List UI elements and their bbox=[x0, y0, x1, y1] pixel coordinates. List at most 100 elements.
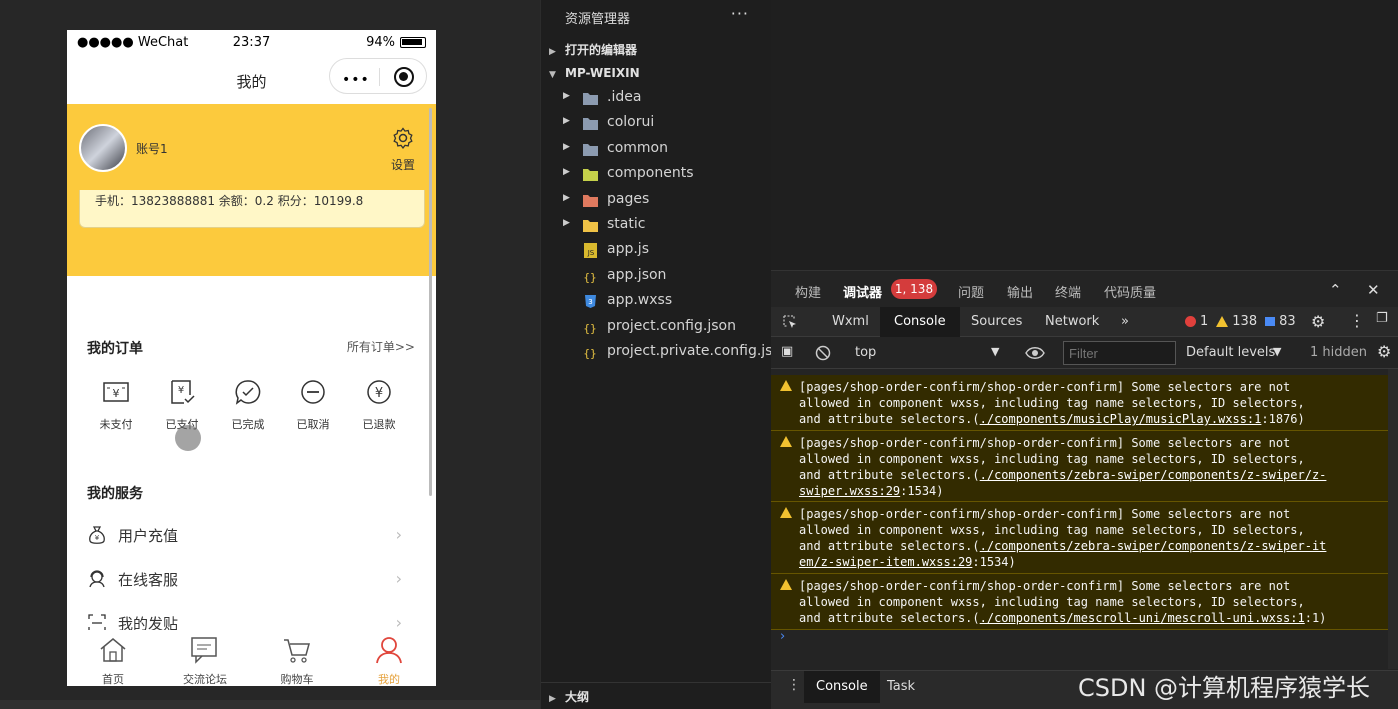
log-entry[interactable]: [pages/shop-order-confirm/shop-order-con… bbox=[771, 502, 1388, 574]
log-entry[interactable]: [pages/shop-order-confirm/shop-order-con… bbox=[771, 431, 1388, 502]
battery-percent: 94% bbox=[366, 35, 395, 50]
tree-item-label: project.config.json bbox=[607, 317, 736, 334]
order-refunded[interactable]: ¥ 已退款 bbox=[354, 378, 404, 432]
collapse-panel-icon[interactable]: ⌃ bbox=[1329, 281, 1342, 299]
inspect-element-icon[interactable] bbox=[782, 314, 798, 330]
order-cancelled[interactable]: 已取消 bbox=[288, 378, 338, 432]
eye-icon[interactable] bbox=[1025, 346, 1045, 360]
order-completed[interactable]: 已完成 bbox=[223, 378, 273, 432]
context-select[interactable]: top bbox=[855, 345, 876, 360]
tab-forum[interactable]: 交流论坛 bbox=[159, 630, 251, 686]
tree-item-label: project.private.config.js... bbox=[607, 343, 786, 359]
tab-terminal[interactable]: 终端 bbox=[1055, 282, 1081, 301]
chevron-down-icon: ▼ bbox=[549, 70, 556, 80]
watermark: CSDN @计算机程序猿学长 bbox=[1078, 674, 1371, 702]
tab-me[interactable]: 我的 bbox=[343, 630, 435, 686]
svg-text:{}: {} bbox=[583, 347, 596, 360]
tree-item-label: common bbox=[607, 139, 668, 156]
paid-icon: ¥ bbox=[171, 380, 195, 404]
source-link[interactable]: ./components/musicPlay/musicPlay.wxss:1 bbox=[980, 412, 1262, 426]
source-link[interactable]: ./components/zebra-swiper/components/z-s… bbox=[980, 539, 1327, 553]
gear-icon[interactable]: ⚙ bbox=[1311, 312, 1325, 331]
tab-console[interactable]: Console bbox=[880, 307, 960, 337]
tab-debugger[interactable]: 调试器 bbox=[843, 282, 882, 301]
chevron-right-icon: ▶ bbox=[549, 694, 556, 704]
components-folder-icon bbox=[583, 169, 598, 182]
static-folder-icon bbox=[583, 220, 598, 232]
message-counts[interactable]: 1 138 83 bbox=[1185, 314, 1296, 329]
settings-button[interactable]: 设置 bbox=[388, 126, 418, 173]
page-scrollbar[interactable] bbox=[429, 108, 432, 496]
mini-program-capsule[interactable]: ••• bbox=[329, 58, 427, 94]
more-actions-icon[interactable]: ··· bbox=[731, 4, 749, 23]
clear-console-icon[interactable] bbox=[815, 345, 831, 361]
service-label: 在线客服 bbox=[118, 571, 179, 589]
all-orders-link[interactable]: 所有订单>> bbox=[347, 338, 415, 355]
service-label: 用户充值 bbox=[118, 527, 179, 545]
open-editors-section[interactable]: ▶ 打开的编辑器 bbox=[549, 41, 637, 58]
settings-label: 设置 bbox=[390, 158, 415, 172]
warning-icon bbox=[780, 579, 792, 590]
drawer-menu-icon[interactable]: ⋮ bbox=[787, 677, 801, 693]
tab-wxml[interactable]: Wxml bbox=[832, 314, 869, 329]
tab-label: 购物车 bbox=[280, 673, 314, 686]
log-levels-select[interactable]: Default levels bbox=[1186, 345, 1275, 360]
close-target-icon[interactable] bbox=[394, 67, 414, 87]
info-icon bbox=[1265, 317, 1276, 326]
tab-build[interactable]: 构建 bbox=[795, 282, 821, 301]
account-info-card: 手机：13823888881 余额：0.2 积分：10199.8 bbox=[79, 190, 425, 228]
more-tabs-icon[interactable]: » bbox=[1121, 314, 1129, 329]
source-link[interactable]: ./components/mescroll-uni/mescroll-uni.w… bbox=[980, 611, 1305, 625]
folder-icon bbox=[583, 143, 598, 156]
tab-problems[interactable]: 问题 bbox=[958, 282, 984, 301]
source-link[interactable]: swiper.wxss:29 bbox=[799, 484, 900, 498]
project-section[interactable]: ▼ MP-WEIXIN bbox=[549, 66, 640, 80]
tab-cart[interactable]: 购物车 bbox=[251, 630, 343, 686]
tab-network[interactable]: Network bbox=[1045, 314, 1099, 329]
undock-icon[interactable]: ❐ bbox=[1376, 311, 1388, 326]
chevron-right-icon: › bbox=[395, 525, 402, 544]
console-settings-icon[interactable]: ⚙ bbox=[1377, 342, 1391, 361]
outline-section[interactable]: ▶ 大纲 bbox=[541, 682, 772, 709]
tab-output[interactable]: 输出 bbox=[1007, 282, 1033, 301]
source-link[interactable]: ./components/zebra-swiper/components/z-s… bbox=[980, 468, 1327, 482]
tree-item-label: pages bbox=[607, 190, 650, 207]
folder-icon bbox=[583, 93, 598, 105]
log-entry[interactable]: [pages/shop-order-confirm/shop-order-con… bbox=[771, 375, 1388, 431]
kebab-menu-icon[interactable]: ⋮ bbox=[1349, 311, 1365, 330]
outline-header[interactable]: ▶ 大纲 bbox=[549, 688, 589, 705]
service-support[interactable]: 在线客服 › bbox=[87, 567, 407, 591]
order-paid[interactable]: ¥ 已支付 bbox=[157, 378, 207, 432]
log-entry[interactable]: [pages/shop-order-confirm/shop-order-con… bbox=[771, 574, 1388, 630]
console-prompt[interactable]: › bbox=[780, 629, 785, 644]
avatar[interactable] bbox=[79, 124, 127, 172]
close-panel-icon[interactable]: ✕ bbox=[1367, 281, 1380, 299]
source-link[interactable]: em/z-swiper-item.wxss:29 bbox=[799, 555, 972, 569]
order-unpaid[interactable]: ¥ 未支付 bbox=[91, 378, 141, 432]
more-dots-icon[interactable]: ••• bbox=[342, 72, 370, 88]
sidebar-toggle-icon[interactable]: ▣ bbox=[781, 344, 793, 359]
outline-label: 大纲 bbox=[565, 690, 590, 704]
home-icon bbox=[100, 638, 126, 662]
chevron-right-icon: ▶ bbox=[549, 47, 556, 57]
tab-code-quality[interactable]: 代码质量 bbox=[1104, 282, 1156, 301]
capsule-divider bbox=[379, 68, 380, 86]
orders-section-title: 我的订单 bbox=[87, 341, 143, 357]
user-icon bbox=[376, 637, 402, 664]
drawer-tab-task[interactable]: Task bbox=[887, 679, 915, 694]
console-scrollbar[interactable] bbox=[1388, 369, 1398, 669]
chevron-down-icon[interactable]: ▼ bbox=[1273, 345, 1281, 358]
filter-input[interactable] bbox=[1063, 341, 1176, 365]
svg-text:3: 3 bbox=[588, 298, 592, 306]
gear-icon bbox=[393, 127, 413, 149]
touch-indicator bbox=[175, 425, 201, 451]
drawer-tab-console[interactable]: Console bbox=[804, 671, 880, 703]
chevron-down-icon[interactable]: ▼ bbox=[991, 345, 999, 358]
warning-icon bbox=[780, 507, 792, 518]
customer-service-icon bbox=[89, 570, 105, 588]
js-file-icon: JS bbox=[584, 243, 597, 259]
service-recharge[interactable]: ¥ 用户充值 › bbox=[87, 523, 407, 547]
tab-sources[interactable]: Sources bbox=[971, 314, 1022, 329]
tab-label: 首页 bbox=[102, 673, 124, 686]
tab-home[interactable]: 首页 bbox=[67, 630, 159, 686]
